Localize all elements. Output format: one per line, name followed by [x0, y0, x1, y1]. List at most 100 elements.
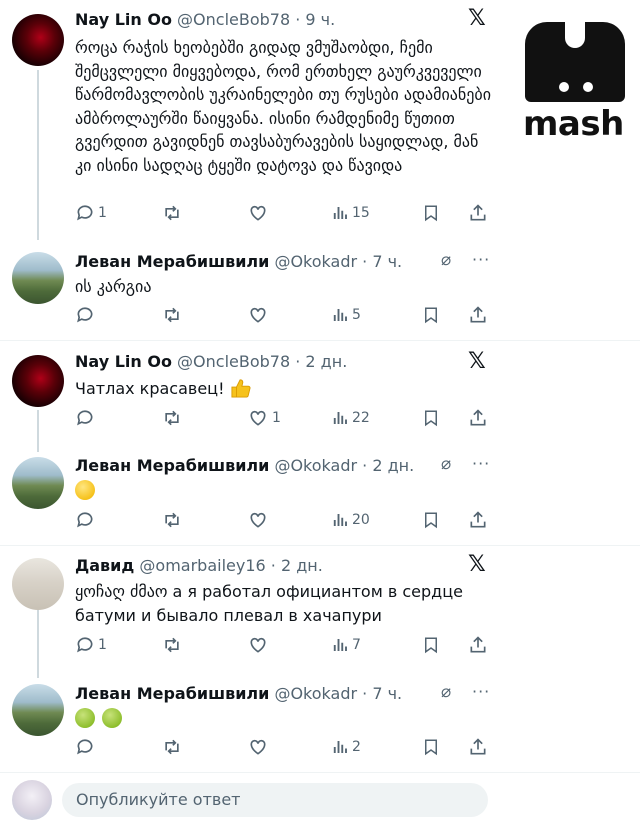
- heart-icon: [250, 410, 266, 426]
- repost-button[interactable]: [161, 407, 183, 429]
- timestamp[interactable]: · 7 ч.: [362, 684, 402, 703]
- share-button[interactable]: [468, 736, 488, 758]
- x-logo-icon[interactable]: 𝕏: [468, 349, 486, 374]
- nauseated-face-emoji-icon: [75, 708, 95, 728]
- tweet[interactable]: Давид @omarbailey16 · 2 дн. 𝕏 ყოჩაღ ძმაო…: [0, 546, 640, 672]
- author-handle[interactable]: @Okokadr: [274, 252, 357, 271]
- like-button[interactable]: [247, 736, 269, 758]
- views-count: 5: [352, 307, 361, 323]
- bookmark-button[interactable]: [422, 736, 440, 758]
- bookmark-button[interactable]: [422, 509, 440, 531]
- timestamp[interactable]: · 2 дн.: [271, 556, 323, 575]
- more-options-icon[interactable]: ···: [472, 682, 490, 701]
- avatar[interactable]: [12, 355, 64, 407]
- tweet-text: ის კარგია: [75, 277, 152, 296]
- repost-button[interactable]: [161, 202, 183, 224]
- views-button[interactable]: 15: [331, 202, 370, 224]
- views-button[interactable]: 20: [331, 509, 370, 531]
- repost-button[interactable]: [161, 634, 183, 656]
- reply-count: 1: [98, 205, 107, 221]
- author-name[interactable]: Nay Lin Oo: [75, 352, 172, 371]
- avatar[interactable]: [12, 684, 64, 736]
- heart-icon: [250, 307, 266, 323]
- timestamp[interactable]: · 2 дн.: [295, 352, 347, 371]
- tweet[interactable]: Леван Мерабишвили @Okokadr · 7 ч. ⌀ ··· …: [0, 672, 640, 772]
- grok-icon[interactable]: ⌀: [441, 454, 451, 474]
- bookmark-button[interactable]: [422, 634, 440, 656]
- like-button[interactable]: 1: [247, 407, 281, 429]
- repost-button[interactable]: [161, 736, 183, 758]
- tweet-actions: 1 7: [75, 634, 495, 656]
- views-button[interactable]: 22: [331, 407, 370, 429]
- reply-icon: [77, 637, 93, 653]
- tweet[interactable]: Nay Lin Oo @OncleBob78 · 9 ч. 𝕏 როცა რაჭ…: [0, 0, 640, 240]
- author-name[interactable]: Nay Lin Oo: [75, 10, 172, 29]
- bookmark-icon: [425, 307, 437, 324]
- avatar[interactable]: [12, 457, 64, 509]
- author-handle[interactable]: @Okokadr: [274, 684, 357, 703]
- tweet[interactable]: Леван Мерабишвили @Okokadr · 2 дн. ⌀ ···…: [0, 443, 640, 545]
- tweet-text: Чатлах красавец!: [75, 379, 225, 398]
- author-name[interactable]: Леван Мерабишвили: [75, 252, 269, 271]
- tweet-header: Давид @omarbailey16 · 2 дн.: [75, 556, 323, 575]
- timestamp[interactable]: · 7 ч.: [362, 252, 402, 271]
- timestamp[interactable]: · 9 ч.: [295, 10, 335, 29]
- bookmark-icon: [425, 205, 437, 222]
- tweet[interactable]: Nay Lin Oo @OncleBob78 · 2 дн. 𝕏 Чатлах …: [0, 341, 640, 443]
- share-button[interactable]: [468, 202, 488, 224]
- author-handle[interactable]: @OncleBob78: [177, 352, 290, 371]
- reply-button[interactable]: [75, 736, 95, 758]
- bookmark-button[interactable]: [422, 407, 440, 429]
- tweet-header: Леван Мерабишвили @Okokadr · 7 ч.: [75, 684, 402, 703]
- reply-input[interactable]: Опубликуйте ответ: [62, 783, 488, 817]
- reply-button[interactable]: [75, 509, 95, 531]
- like-button[interactable]: [247, 304, 269, 326]
- views-icon: [333, 741, 347, 753]
- reply-button[interactable]: [75, 304, 95, 326]
- like-button[interactable]: [247, 202, 269, 224]
- tweet-text-row: [75, 479, 495, 503]
- views-icon: [333, 514, 347, 526]
- x-logo-icon[interactable]: 𝕏: [468, 6, 486, 31]
- current-user-avatar[interactable]: [12, 780, 52, 820]
- tweet-actions: 1 22: [75, 407, 495, 429]
- author-handle[interactable]: @omarbailey16: [139, 556, 265, 575]
- share-button[interactable]: [468, 634, 488, 656]
- timestamp[interactable]: · 2 дн.: [362, 456, 414, 475]
- reply-button[interactable]: 1: [75, 634, 107, 656]
- bookmark-button[interactable]: [422, 304, 440, 326]
- author-name[interactable]: Леван Мерабишвили: [75, 456, 269, 475]
- avatar[interactable]: [12, 252, 64, 304]
- author-handle[interactable]: @Okokadr: [274, 456, 357, 475]
- share-button[interactable]: [468, 304, 488, 326]
- reply-icon: [77, 410, 93, 426]
- share-button[interactable]: [468, 509, 488, 531]
- author-handle[interactable]: @OncleBob78: [177, 10, 290, 29]
- views-button[interactable]: 5: [331, 304, 361, 326]
- like-button[interactable]: [247, 634, 269, 656]
- views-button[interactable]: 2: [331, 736, 361, 758]
- tweet-actions: 5: [75, 304, 495, 326]
- avatar[interactable]: [12, 14, 64, 66]
- grok-icon[interactable]: ⌀: [441, 250, 451, 270]
- avatar[interactable]: [12, 558, 64, 610]
- reply-button[interactable]: [75, 407, 95, 429]
- bookmark-button[interactable]: [422, 202, 440, 224]
- tweet[interactable]: Леван Мерабишвили @Okokadr · 7 ч. ⌀ ··· …: [0, 240, 640, 340]
- more-options-icon[interactable]: ···: [472, 454, 490, 473]
- reply-icon: [77, 205, 93, 221]
- author-name[interactable]: Леван Мерабишвили: [75, 684, 269, 703]
- x-logo-icon[interactable]: 𝕏: [468, 552, 486, 577]
- like-count: 1: [272, 410, 281, 426]
- share-button[interactable]: [468, 407, 488, 429]
- like-button[interactable]: [247, 509, 269, 531]
- author-name[interactable]: Давид: [75, 556, 134, 575]
- repost-button[interactable]: [161, 304, 183, 326]
- more-options-icon[interactable]: ···: [472, 250, 490, 269]
- views-button[interactable]: 7: [331, 634, 361, 656]
- bookmark-icon: [425, 637, 437, 654]
- repost-button[interactable]: [161, 509, 183, 531]
- reply-button[interactable]: 1: [75, 202, 107, 224]
- tweet-text-row: [75, 707, 495, 731]
- grok-icon[interactable]: ⌀: [441, 682, 451, 702]
